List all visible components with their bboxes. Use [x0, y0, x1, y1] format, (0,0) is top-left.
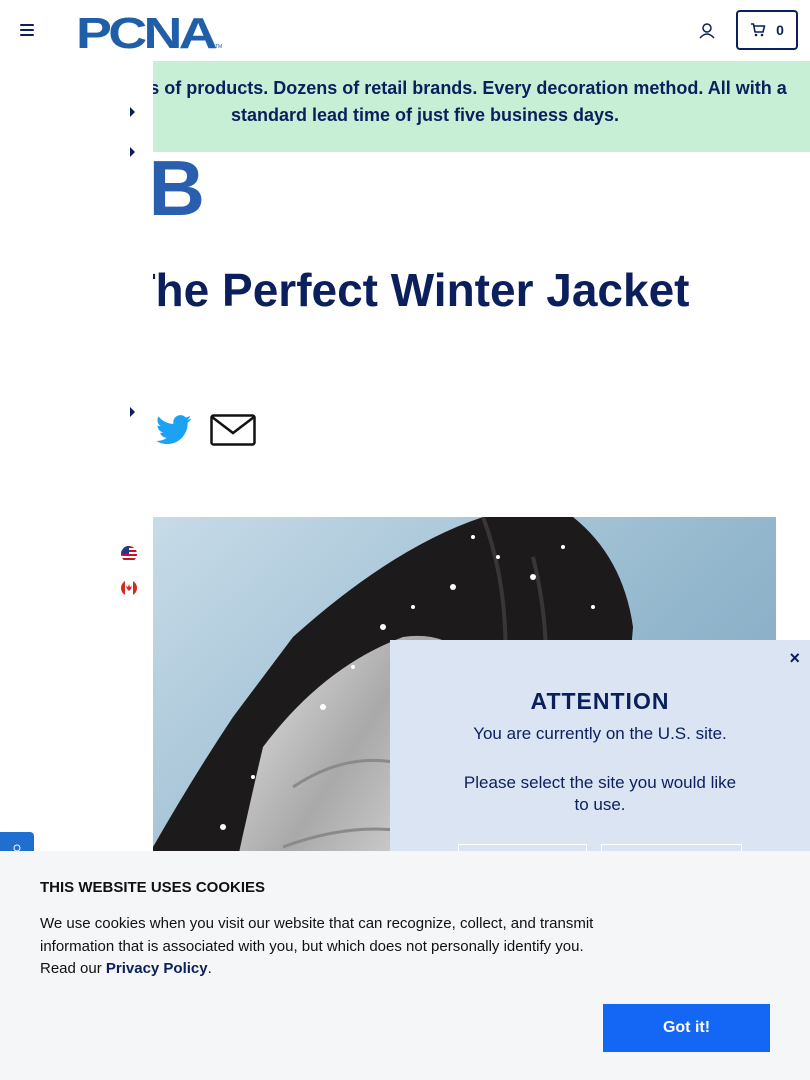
canada-flag-icon[interactable]	[121, 580, 137, 596]
drawer-expand-caret[interactable]	[130, 407, 135, 417]
cookie-title: THIS WEBSITE USES COOKIES	[40, 879, 266, 896]
account-icon[interactable]	[698, 22, 716, 40]
cookie-banner: THIS WEBSITE USES COOKIES We use cookies…	[0, 851, 810, 1080]
email-icon	[210, 414, 256, 446]
twitter-share-link[interactable]	[156, 415, 192, 450]
cart-button[interactable]: 0	[736, 10, 798, 50]
privacy-policy-link[interactable]: Privacy Policy	[106, 960, 208, 977]
share-links	[156, 414, 256, 451]
drawer-expand-caret[interactable]	[130, 107, 135, 117]
site-select-modal: × ATTENTION You are currently on the U.S…	[390, 640, 810, 880]
cookie-accept-button[interactable]: Got it!	[603, 1004, 770, 1052]
modal-close-button[interactable]: ×	[789, 648, 800, 669]
site-header: PCNA TM 0	[0, 0, 810, 60]
cookie-text: We use cookies when you visit our websit…	[40, 913, 610, 981]
trademark-mark: TM	[215, 44, 222, 50]
cart-icon	[751, 23, 766, 37]
logo-text: PCNA	[76, 10, 217, 50]
promo-banner-text: Thousands of products. Dozens of retail …	[63, 78, 787, 125]
modal-select-prompt: Please select the site you would like to…	[463, 773, 737, 814]
pcna-logo[interactable]: PCNA TM	[76, 9, 224, 58]
cookie-text-end: .	[207, 960, 212, 977]
modal-title: ATTENTION	[530, 688, 670, 714]
twitter-icon	[156, 415, 192, 445]
drawer-expand-caret[interactable]	[130, 147, 135, 157]
modal-current-site-text: You are currently on the U.S. site.	[473, 724, 727, 743]
menu-icon[interactable]	[20, 24, 36, 36]
us-flag-icon[interactable]	[121, 546, 137, 562]
email-share-link[interactable]	[210, 414, 256, 451]
cart-count: 0	[776, 22, 784, 38]
